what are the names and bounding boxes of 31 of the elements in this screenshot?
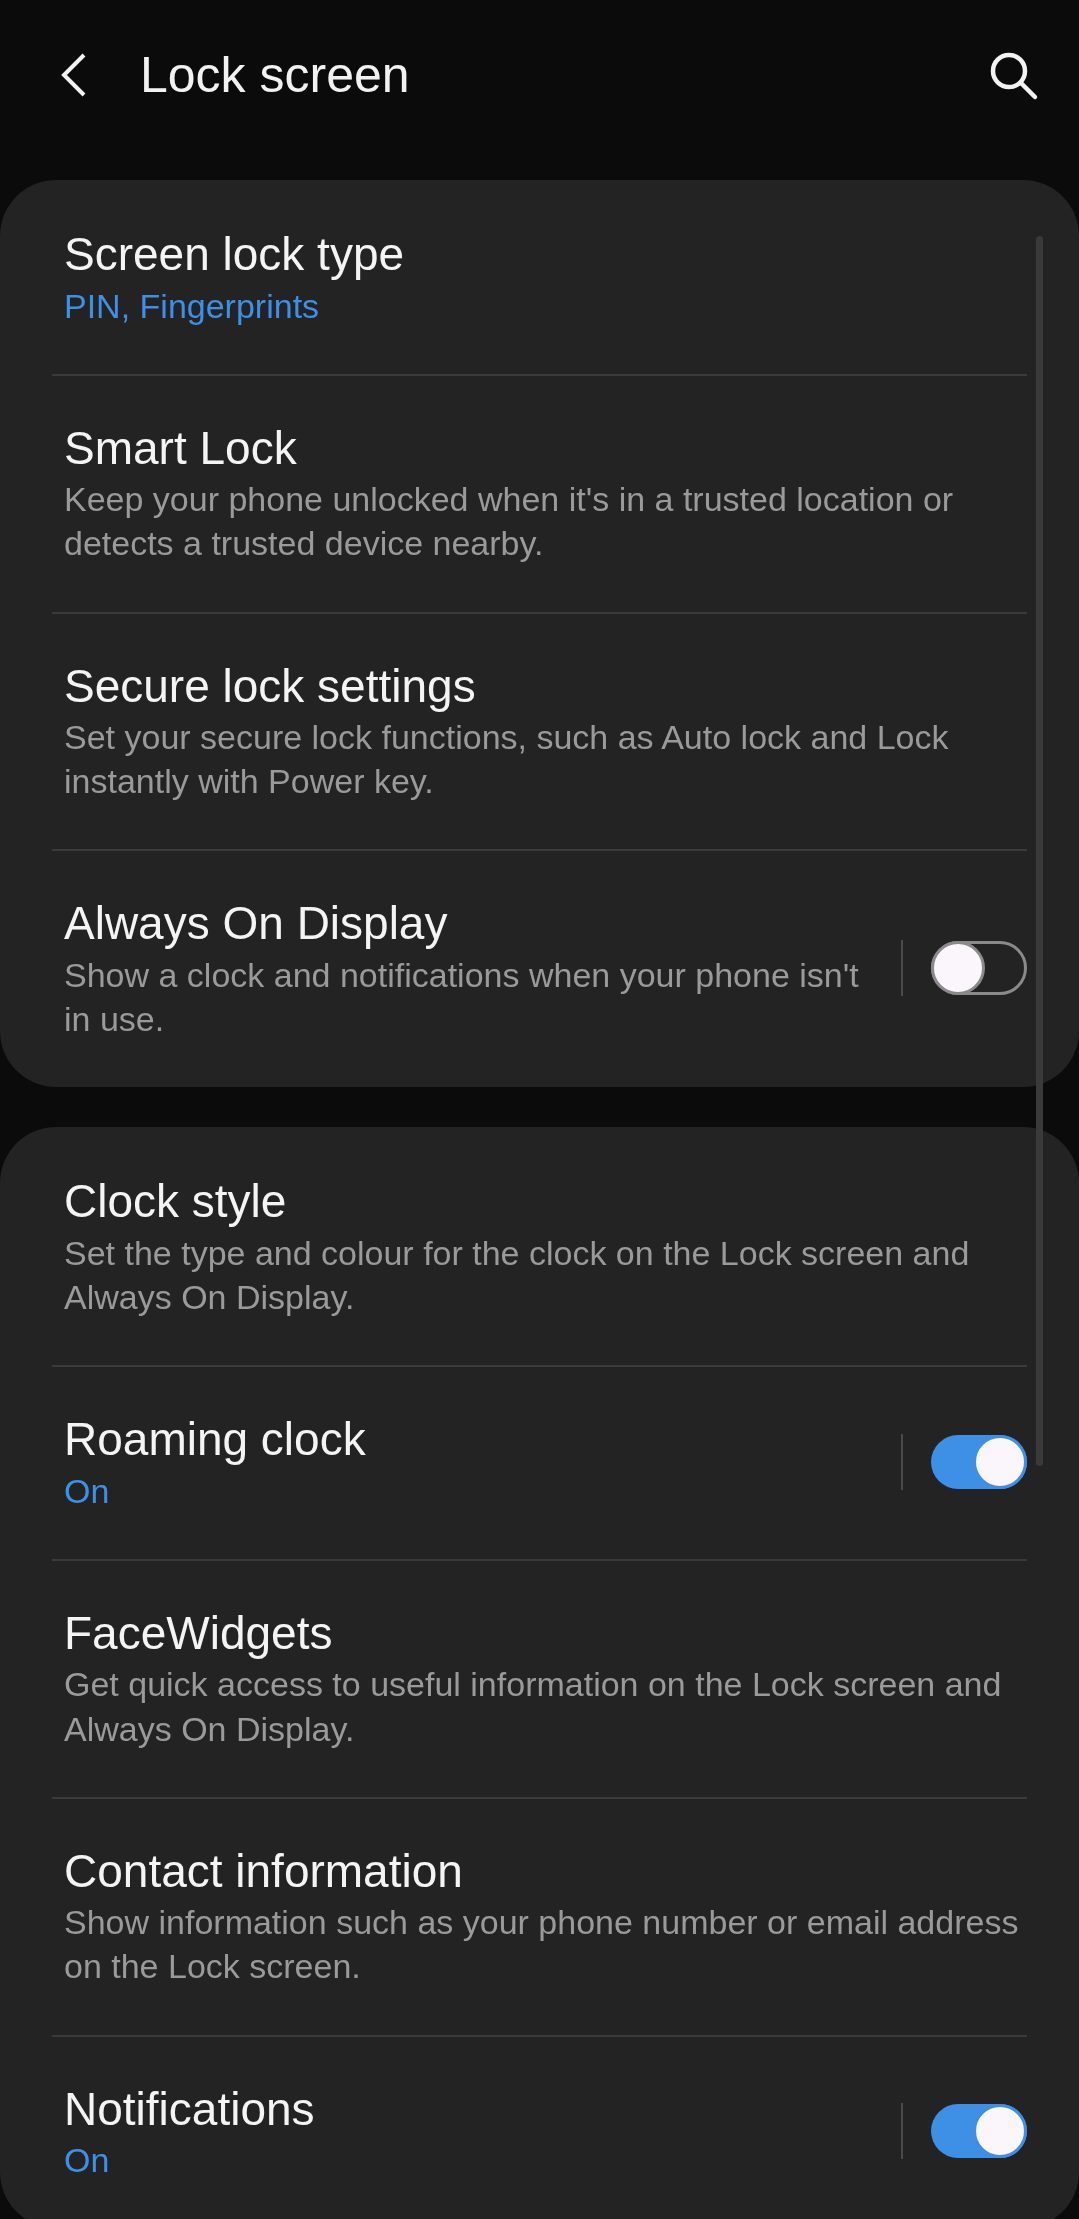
toggle-switch[interactable] (931, 2104, 1027, 2159)
setting-row[interactable]: Notifications On (0, 2034, 1079, 2219)
setting-status: PIN, Fingerprints (64, 285, 320, 327)
setting-row[interactable]: Always On Display Show a clock and notifications when your phone isn't in use. (0, 849, 1079, 1088)
setting-row[interactable]: Smart Lock Keep your phone unlocked when it's in a trusted location or detects a trusted device nearby. (0, 373, 1079, 612)
setting-description: Set your secure lock functions, such as Auto lock and Lock instantly with Power key. (64, 717, 950, 803)
setting-status: On (64, 1470, 110, 1512)
setting-title: Screen lock type (64, 227, 405, 282)
setting-row[interactable]: Contact information Show information such as your phone number or email address on the Lock screen. (0, 1796, 1079, 2035)
setting-status: On (64, 2140, 110, 2182)
setting-row[interactable]: Screen lock type PIN, Fingerprints (0, 180, 1079, 374)
setting-title: Notifications (64, 2081, 315, 2137)
setting-description: Keep your phone unlocked when it's in a trusted location or detects a trusted device nearby. (64, 479, 955, 565)
toggle-switch[interactable] (931, 941, 1027, 996)
setting-row[interactable]: FaceWidgets Get quick access to useful information on the Lock screen and Always On Display. (0, 1558, 1079, 1797)
setting-description: Set the type and colour for the clock on the Lock screen and Always On Display. (64, 1232, 971, 1318)
setting-title: Smart Lock (64, 420, 297, 476)
toggle-switch[interactable] (931, 1435, 1027, 1490)
setting-description: Get quick access to useful information on the Lock screen and Always On Display. (64, 1664, 1003, 1750)
setting-row[interactable]: Secure lock settings Set your secure lock functions, such as Auto lock and Lock instantly with Power key. (0, 611, 1079, 850)
setting-title: Clock style (64, 1174, 287, 1230)
setting-title: Roaming clock (64, 1412, 366, 1468)
setting-title: Secure lock settings (64, 658, 476, 714)
setting-row[interactable]: Roaming clock On (0, 1365, 1079, 1559)
setting-description: Show information such as your phone number or email address on the Lock screen. (64, 1902, 1020, 1988)
setting-title: Contact information (64, 1843, 463, 1899)
setting-title: Always On Display (64, 896, 448, 952)
setting-description: Show a clock and notifications when your phone isn't in use. (64, 954, 860, 1041)
page-title: Lock screen (140, 46, 411, 104)
setting-title: FaceWidgets (64, 1605, 333, 1661)
setting-row[interactable]: Clock style Set the type and colour for the clock on the Lock screen and Always On Display. (0, 1127, 1079, 1366)
